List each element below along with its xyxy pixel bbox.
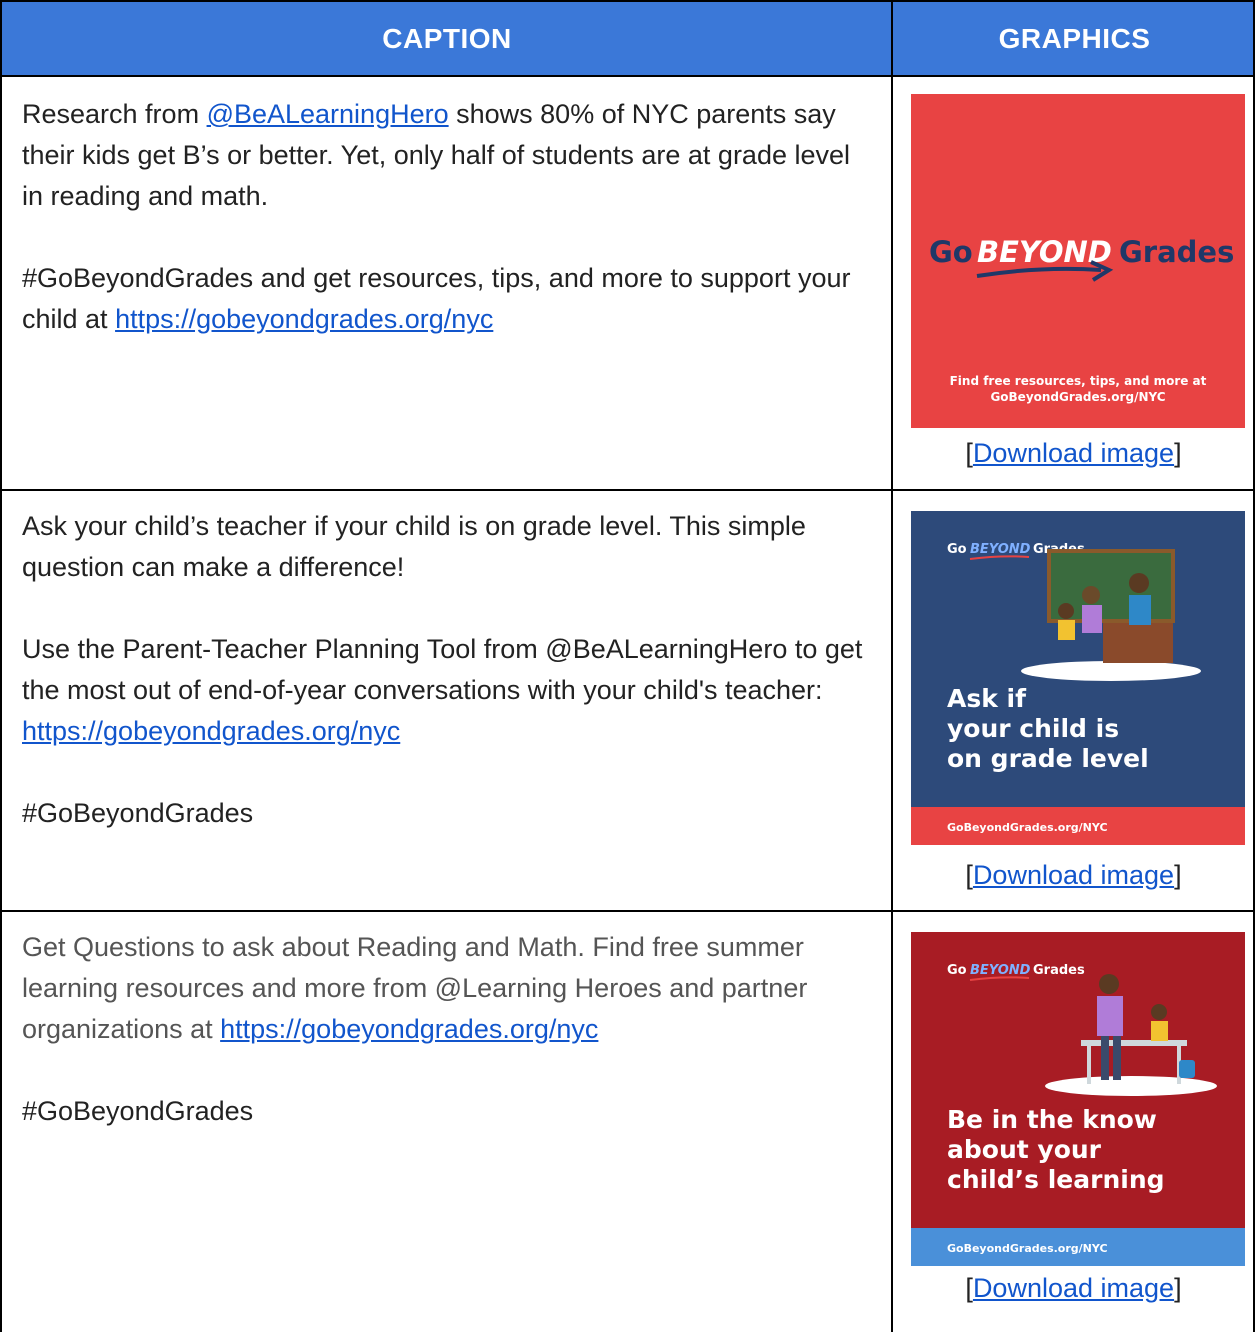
caption-text: Research from xyxy=(22,99,207,129)
teacher-body-icon xyxy=(1129,595,1151,625)
logo-grades-text: Grades xyxy=(1033,963,1085,978)
download-image-link-2[interactable]: Download image xyxy=(973,860,1174,890)
parent-head-icon xyxy=(1082,586,1100,604)
graphic-2-canvas: Go BEYOND Grades Ask if your child is on… xyxy=(911,511,1245,845)
headline-line-2: your child is xyxy=(947,714,1119,743)
column-divider xyxy=(891,0,893,1332)
illustration-base xyxy=(1021,661,1201,681)
row-divider-1 xyxy=(0,489,1255,491)
logo-beyond-text: BEYOND xyxy=(970,542,1031,557)
gobeyondgrades-link[interactable]: https://gobeyondgrades.org/nyc xyxy=(22,716,400,746)
bracket-open: [ xyxy=(965,1273,973,1303)
bracket-close: ] xyxy=(1174,438,1182,468)
child-head-icon xyxy=(1151,1004,1167,1020)
bracket-close: ] xyxy=(1174,1273,1182,1303)
headline-line-1: Ask if xyxy=(947,684,1027,713)
download-row-1: [Download image] xyxy=(892,438,1255,469)
graphic-3-canvas: Go BEYOND Grades Be in the know about yo… xyxy=(911,932,1245,1266)
illustration-base xyxy=(1045,1076,1217,1096)
download-row-3: [Download image] xyxy=(892,1273,1255,1304)
bracket-open: [ xyxy=(965,438,973,468)
caption-text: Ask your child’s teacher if your child i… xyxy=(22,511,806,582)
table-header: CAPTION GRAPHICS xyxy=(0,0,1255,77)
graphic-band-text: GoBeyondGrades.org/NYC xyxy=(947,821,1108,834)
caption-column-header: CAPTION xyxy=(382,22,512,54)
headline-line-1: Be in the know xyxy=(947,1105,1157,1134)
graphic-band-text: GoBeyondGrades.org/NYC xyxy=(947,1242,1108,1255)
graphic-1-canvas: Go BEYOND Grades Find free resources, ti… xyxy=(911,94,1245,428)
bracket-close: ] xyxy=(1174,860,1182,890)
gobeyondgrades-link[interactable]: https://gobeyondgrades.org/nyc xyxy=(220,1014,598,1044)
table-border-left xyxy=(0,0,2,1332)
child-body-icon xyxy=(1151,1021,1168,1041)
go-beyond-grades-graphic-1: Go BEYOND Grades Find free resources, ti… xyxy=(911,94,1245,428)
table-icon xyxy=(1081,1040,1187,1046)
go-beyond-grades-graphic-2: Go BEYOND Grades Ask if your child is on… xyxy=(911,511,1245,845)
desk-icon xyxy=(1103,623,1173,663)
teacher-head-icon xyxy=(1129,573,1149,593)
table-row-2-caption: Ask your child’s teacher if your child i… xyxy=(22,506,872,875)
graphic-footer-line2: GoBeyondGrades.org/NYC xyxy=(990,390,1165,404)
row-divider-2 xyxy=(0,910,1255,912)
graphics-column-header: GRAPHICS xyxy=(998,22,1151,54)
download-row-2: [Download image] xyxy=(892,860,1255,891)
parent-body-icon xyxy=(1097,996,1123,1036)
table-row-3-caption: Get Questions to ask about Reading and M… xyxy=(22,927,872,1173)
social-media-table: CAPTION GRAPHICS Research from @BeALearn… xyxy=(0,0,1255,1332)
download-image-link-1[interactable]: Download image xyxy=(973,438,1174,468)
headline-line-3: child’s learning xyxy=(947,1165,1165,1194)
parent-body-icon xyxy=(1082,605,1102,633)
bracket-open: [ xyxy=(965,860,973,890)
child-body-icon xyxy=(1058,620,1075,640)
go-beyond-grades-graphic-3: Go BEYOND Grades Be in the know about yo… xyxy=(911,932,1245,1266)
graphic-footer-line1: Find free resources, tips, and more at xyxy=(950,374,1207,388)
gobeyondgrades-link[interactable]: https://gobeyondgrades.org/nyc xyxy=(115,304,493,334)
logo-go-text: Go xyxy=(947,963,967,978)
logo-go-text: Go xyxy=(947,542,967,557)
child-head-icon xyxy=(1058,603,1074,619)
beALearningHero-link[interactable]: @BeALearningHero xyxy=(207,99,449,129)
headline-line-2: about your xyxy=(947,1135,1102,1164)
logo-beyond-text: BEYOND xyxy=(970,963,1031,978)
table-row-1-caption: Research from @BeALearningHero shows 80%… xyxy=(22,94,872,381)
caption-hashtag: #GoBeyondGrades xyxy=(22,798,254,828)
download-image-link-3[interactable]: Download image xyxy=(973,1273,1174,1303)
backpack-icon xyxy=(1179,1060,1195,1078)
parent-head-icon xyxy=(1099,974,1119,994)
logo-go-text: Go xyxy=(929,235,973,269)
caption-text: Use the Parent-Teacher Planning Tool fro… xyxy=(22,634,863,705)
caption-hashtag: #GoBeyondGrades xyxy=(22,1096,254,1126)
logo-grades-text: Grades xyxy=(1119,235,1234,269)
headline-line-3: on grade level xyxy=(947,744,1149,773)
